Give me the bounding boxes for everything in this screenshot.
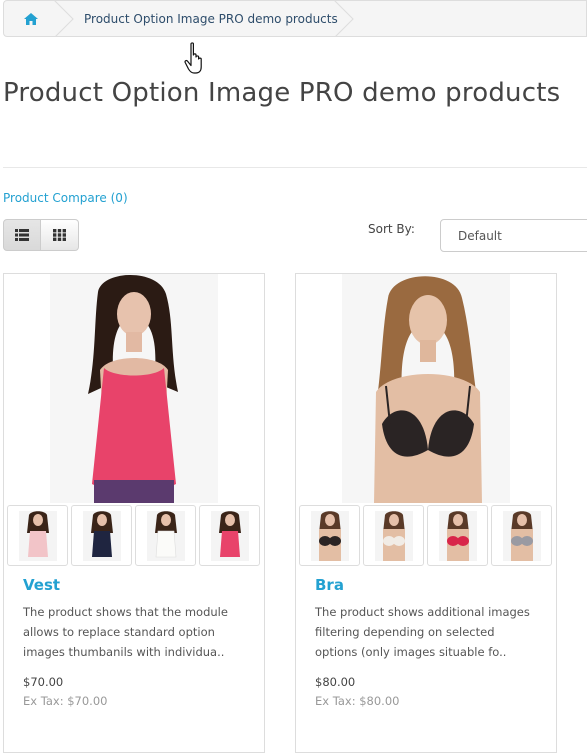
product-price: $70.00: [23, 675, 64, 689]
hand-cursor-icon: [184, 42, 202, 74]
grid-icon: [53, 229, 66, 241]
product-ex-tax: Ex Tax: $70.00: [23, 694, 108, 708]
breadcrumb: Product Option Image PRO demo products: [3, 0, 587, 37]
option-thumbnail[interactable]: [135, 505, 196, 566]
product-compare-link[interactable]: Product Compare (0): [3, 191, 128, 205]
option-thumbnail[interactable]: [491, 505, 552, 566]
option-thumbnail[interactable]: [71, 505, 132, 566]
page-title: Product Option Image PRO demo products: [3, 78, 561, 108]
vest-photo: [50, 274, 218, 503]
breadcrumb-current[interactable]: Product Option Image PRO demo products: [84, 12, 338, 26]
product-card: Vest The product shows that the module a…: [3, 273, 265, 753]
divider: [3, 167, 587, 168]
product-image[interactable]: [50, 274, 218, 503]
option-thumbnail[interactable]: [427, 505, 488, 566]
breadcrumb-separator: [54, 1, 74, 36]
option-thumbnail[interactable]: [199, 505, 260, 566]
breadcrumb-home[interactable]: [4, 1, 58, 36]
view-toggle: [3, 219, 79, 251]
bra-photo: [342, 274, 510, 503]
product-card: Bra The product shows additional images …: [295, 273, 557, 753]
product-name-link[interactable]: Vest: [23, 576, 60, 594]
product-description: The product shows that the module allows…: [23, 605, 228, 659]
option-thumbnail[interactable]: [363, 505, 424, 566]
option-thumbnail[interactable]: [299, 505, 360, 566]
product-name-link[interactable]: Bra: [315, 576, 344, 594]
grid-view-button[interactable]: [41, 219, 79, 251]
product-image[interactable]: [342, 274, 510, 503]
home-icon: [24, 13, 38, 25]
product-description: The product shows additional images filt…: [315, 605, 530, 659]
product-ex-tax: Ex Tax: $80.00: [315, 694, 400, 708]
list-icon: [15, 229, 29, 241]
option-thumbnails: [7, 505, 260, 566]
sort-select[interactable]: Default: [440, 219, 587, 252]
option-thumbnails: [299, 505, 552, 566]
product-price: $80.00: [315, 675, 356, 689]
breadcrumb-separator: [334, 1, 354, 36]
sort-label: Sort By:: [368, 222, 415, 236]
list-view-button[interactable]: [3, 219, 41, 251]
option-thumbnail[interactable]: [7, 505, 68, 566]
